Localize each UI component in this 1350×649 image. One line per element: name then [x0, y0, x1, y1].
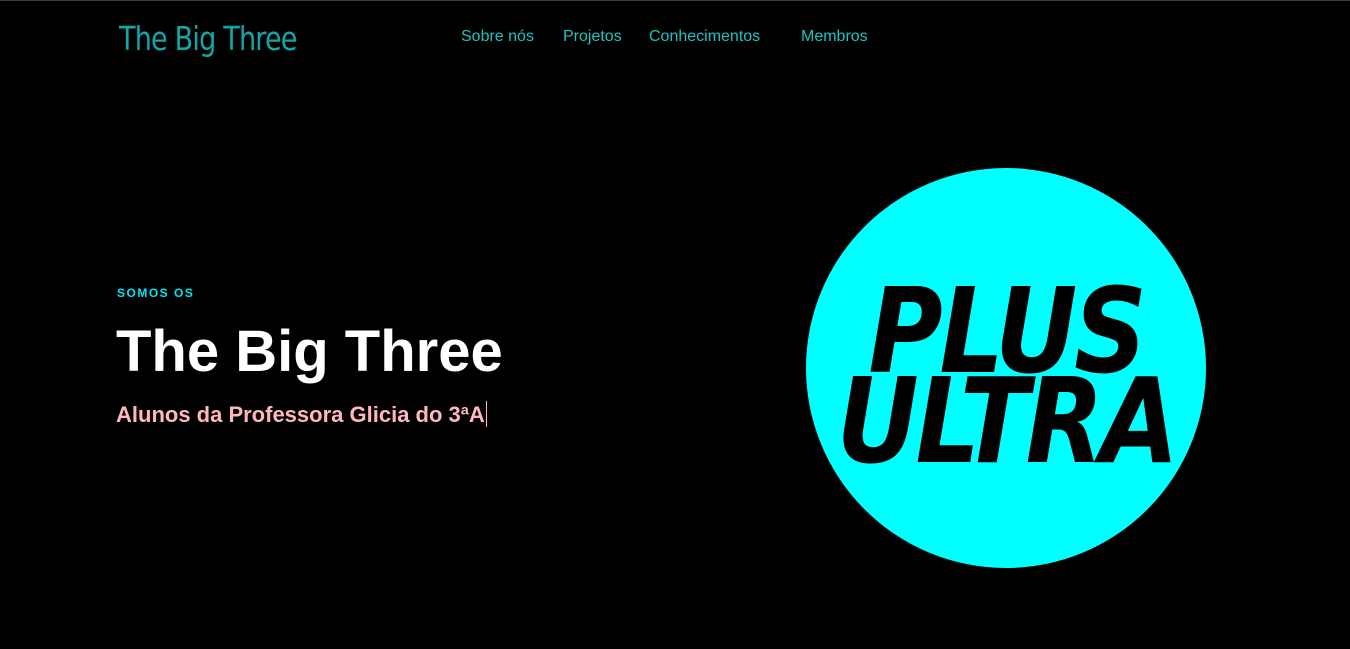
plus-ultra-logo: PLUS ULTRA: [806, 168, 1206, 568]
logo-line-ultra: ULTRA: [836, 352, 1179, 490]
brand-logo-link[interactable]: The Big Three: [119, 19, 297, 58]
hero-subtitle: Alunos da Professora Glicia do 3ªA: [116, 402, 485, 427]
nav-link-sobre-nos[interactable]: Sobre nós: [461, 28, 534, 46]
nav-link-conhecimentos[interactable]: Conhecimentos: [649, 28, 760, 46]
nav-link-projetos[interactable]: Projetos: [563, 28, 622, 46]
hero-title: The Big Three: [116, 319, 503, 384]
hero-subtitle-wrapper: Alunos da Professora Glicia do 3ªA: [116, 401, 487, 429]
nav-link-membros[interactable]: Membros: [801, 28, 868, 46]
hero-eyebrow: SOMOS OS: [117, 286, 195, 300]
typing-caret: [485, 401, 487, 427]
